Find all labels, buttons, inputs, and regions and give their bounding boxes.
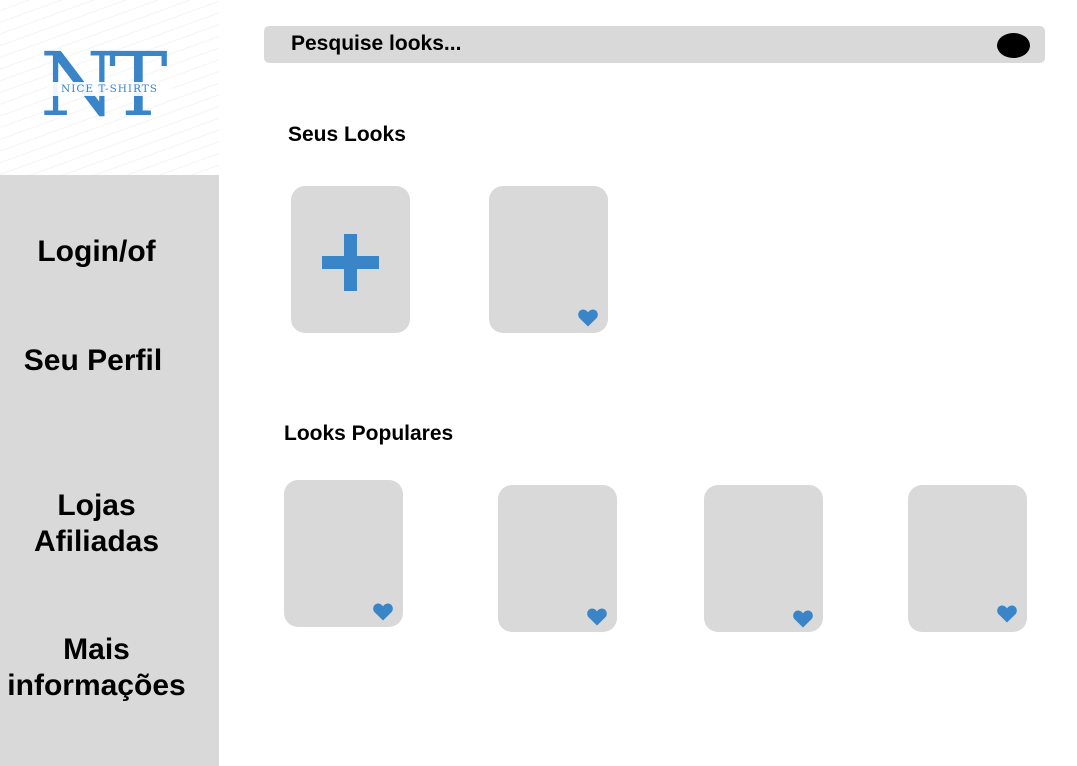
my-looks-title: Seus Looks	[288, 123, 406, 146]
my-look-card[interactable]	[489, 186, 608, 333]
heart-icon[interactable]	[373, 603, 393, 621]
popular-look-card[interactable]	[498, 485, 617, 632]
search-icon[interactable]	[997, 33, 1030, 58]
heart-icon[interactable]	[997, 605, 1017, 623]
popular-look-card[interactable]	[704, 485, 823, 632]
popular-look-card[interactable]	[908, 485, 1027, 632]
add-look-button[interactable]	[291, 186, 410, 333]
sidebar-item-more-info[interactable]: Mais informações	[0, 632, 193, 704]
heart-icon[interactable]	[587, 608, 607, 626]
popular-look-card[interactable]	[284, 480, 403, 627]
sidebar-nav: Login/of Seu Perfil Lojas Afiliadas Mais…	[0, 175, 219, 766]
heart-icon[interactable]	[578, 309, 598, 327]
heart-icon[interactable]	[793, 610, 813, 628]
popular-looks-title: Looks Populares	[284, 422, 454, 445]
logo-area: NT NICE T-SHIRTS	[0, 0, 219, 175]
sidebar-item-profile[interactable]: Seu Perfil	[0, 343, 186, 379]
plus-icon	[322, 234, 379, 291]
search-input[interactable]	[291, 30, 991, 58]
brand-tagline: NICE T-SHIRTS	[47, 82, 172, 96]
search-bar	[264, 26, 1045, 63]
sidebar-item-affiliated-stores[interactable]: Lojas Afiliadas	[0, 488, 193, 560]
sidebar-item-login[interactable]: Login/of	[0, 234, 193, 270]
